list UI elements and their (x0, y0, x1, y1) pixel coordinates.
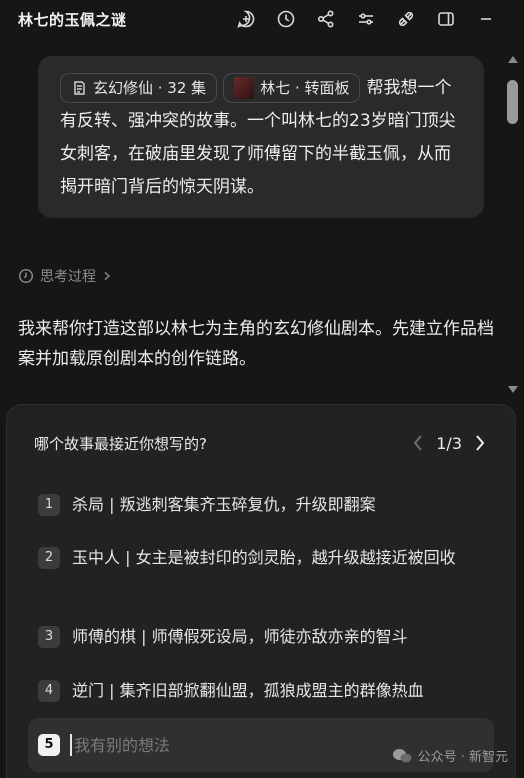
scroll-up-arrow-icon[interactable] (508, 56, 518, 63)
chevron-right-icon (476, 435, 485, 451)
series-chip[interactable]: 玄幻修仙 · 32 集 (60, 73, 218, 103)
share-icon (317, 10, 334, 28)
wechat-icon (392, 748, 412, 762)
assistant-reply: 我来帮你打造这部以林七为主角的玄幻修仙剧本。先建立作品档案并加载原创剧本的创作链… (18, 319, 494, 369)
option-item-4[interactable]: 4 逆门 | 集齐旧部掀翻仙盟，孤狼成盟主的群像热血 (38, 678, 478, 704)
option-number: 2 (38, 547, 60, 569)
sidebar-toggle-icon (438, 12, 454, 26)
thinking-icon (18, 268, 34, 284)
character-chip[interactable]: 林七 · 转面板 (223, 73, 361, 103)
series-chip-label: 玄幻修仙 · 32 集 (93, 79, 207, 97)
option-number: 4 (38, 680, 60, 702)
chevron-left-icon (413, 435, 423, 451)
custom-answer-input[interactable] (70, 734, 370, 756)
minimize-icon (481, 18, 491, 20)
next-page-button[interactable] (472, 433, 488, 453)
history-button[interactable] (266, 4, 306, 34)
history-icon (277, 10, 295, 28)
thinking-toggle[interactable]: 思考过程 (18, 264, 112, 288)
option-number: 5 (38, 734, 60, 756)
scrollbar[interactable] (506, 56, 520, 396)
character-avatar (234, 77, 255, 99)
option-label: 玉中人 | 女主是被封印的剑灵胎，越升级越接近被回收 (72, 548, 456, 567)
minimize-button[interactable] (466, 4, 506, 34)
plugin-button[interactable] (386, 4, 426, 34)
conversation-title: 林七的玉佩之谜 (18, 10, 127, 29)
share-button[interactable] (306, 4, 346, 34)
option-label: 杀局 | 叛逃刺客集齐玉碎复仇，升级即翻案 (72, 495, 376, 514)
question-header: 哪个故事最接近你想写的? 1/3 (34, 428, 488, 458)
user-message-bubble: 玄幻修仙 · 32 集 林七 · 转面板 帮我想一个有反转、强冲突的故事。一个叫… (38, 56, 484, 218)
scroll-down-arrow-icon[interactable] (508, 386, 518, 393)
option-number: 1 (38, 494, 60, 516)
option-item-2[interactable]: 2 玉中人 | 女主是被封印的剑灵胎，越升级越接近被回收 (38, 545, 478, 571)
prev-page-button[interactable] (410, 433, 426, 453)
page-indicator: 1/3 (436, 433, 462, 453)
option-item-3[interactable]: 3 师傅的棋 | 师傅假死设局，师徒亦敌亦亲的智斗 (38, 624, 478, 650)
chevron-right-icon (104, 271, 111, 281)
option-number: 3 (38, 626, 60, 648)
option-label: 逆门 | 集齐旧部掀翻仙盟，孤狼成盟主的群像热血 (72, 681, 424, 700)
pager: 1/3 (410, 433, 488, 453)
thinking-label: 思考过程 (40, 269, 96, 285)
watermark: 公众号 · 新智元 (392, 746, 508, 765)
watermark-text: 公众号 · 新智元 (417, 750, 508, 765)
option-label: 师傅的棋 | 师傅假死设局，师徒亦敌亦亲的智斗 (72, 627, 408, 646)
option-item-1[interactable]: 1 杀局 | 叛逃刺客集齐玉碎复仇，升级即翻案 (38, 492, 478, 518)
new-chat-button[interactable] (226, 4, 266, 34)
character-chip-label: 林七 · 转面板 (260, 79, 350, 97)
add-chat-icon (237, 10, 255, 28)
question-text: 哪个故事最接近你想写的? (34, 434, 207, 453)
settings-button[interactable] (346, 4, 386, 34)
sidebar-toggle-button[interactable] (426, 4, 466, 34)
settings-sliders-icon (359, 13, 373, 25)
title-bar: 林七的玉佩之谜 (0, 0, 524, 38)
scroll-thumb[interactable] (507, 80, 518, 124)
plugin-icon (398, 11, 414, 27)
script-doc-icon (74, 81, 85, 95)
toolbar (226, 4, 506, 34)
